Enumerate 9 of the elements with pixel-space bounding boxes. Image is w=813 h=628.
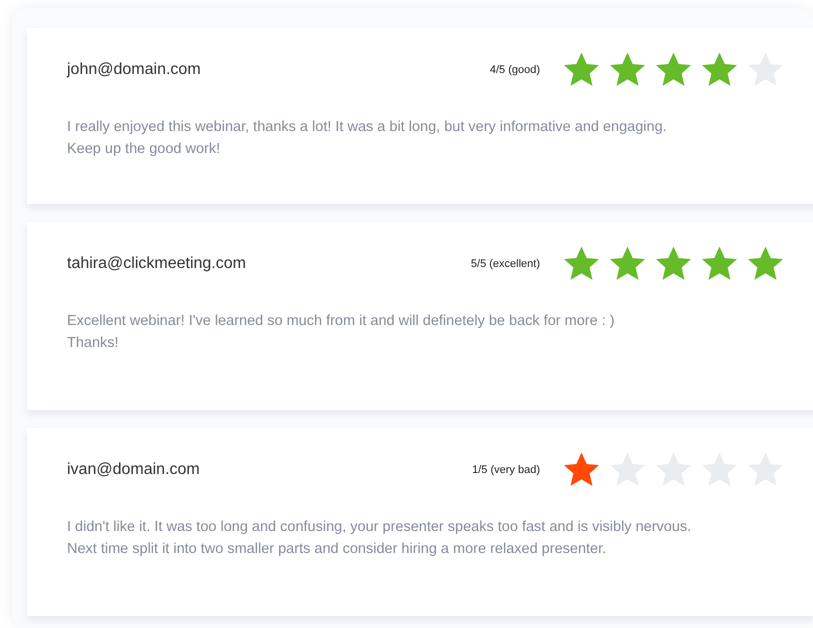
reviewer-email: ivan@domain.com [67,461,201,479]
review-comment: I didn't like it. It was too long and confusing, your presenter speaks too fast and is visibly nervous. Next time split it into two smaller parts and consider hiring a more relaxed presenter. [67,518,692,559]
review-comment: I really enjoyed this webinar, thanks a lot! It was a bit long, but very informative and engaging. Keep up the good work! [67,118,668,159]
reviewer-email: john@domain.com [67,61,202,79]
reviewer-email: tahira@clickmeeting.com [67,255,247,273]
rating-label: 1/5 (very bad) [471,464,540,476]
rating-label: 5/5 (excellent) [470,258,540,270]
review-comment: Excellent webinar! I've learned so much from it and will definetely be back for more : ) Thanks! [67,312,616,353]
rating-label: 4/5 (good) [488,64,540,76]
